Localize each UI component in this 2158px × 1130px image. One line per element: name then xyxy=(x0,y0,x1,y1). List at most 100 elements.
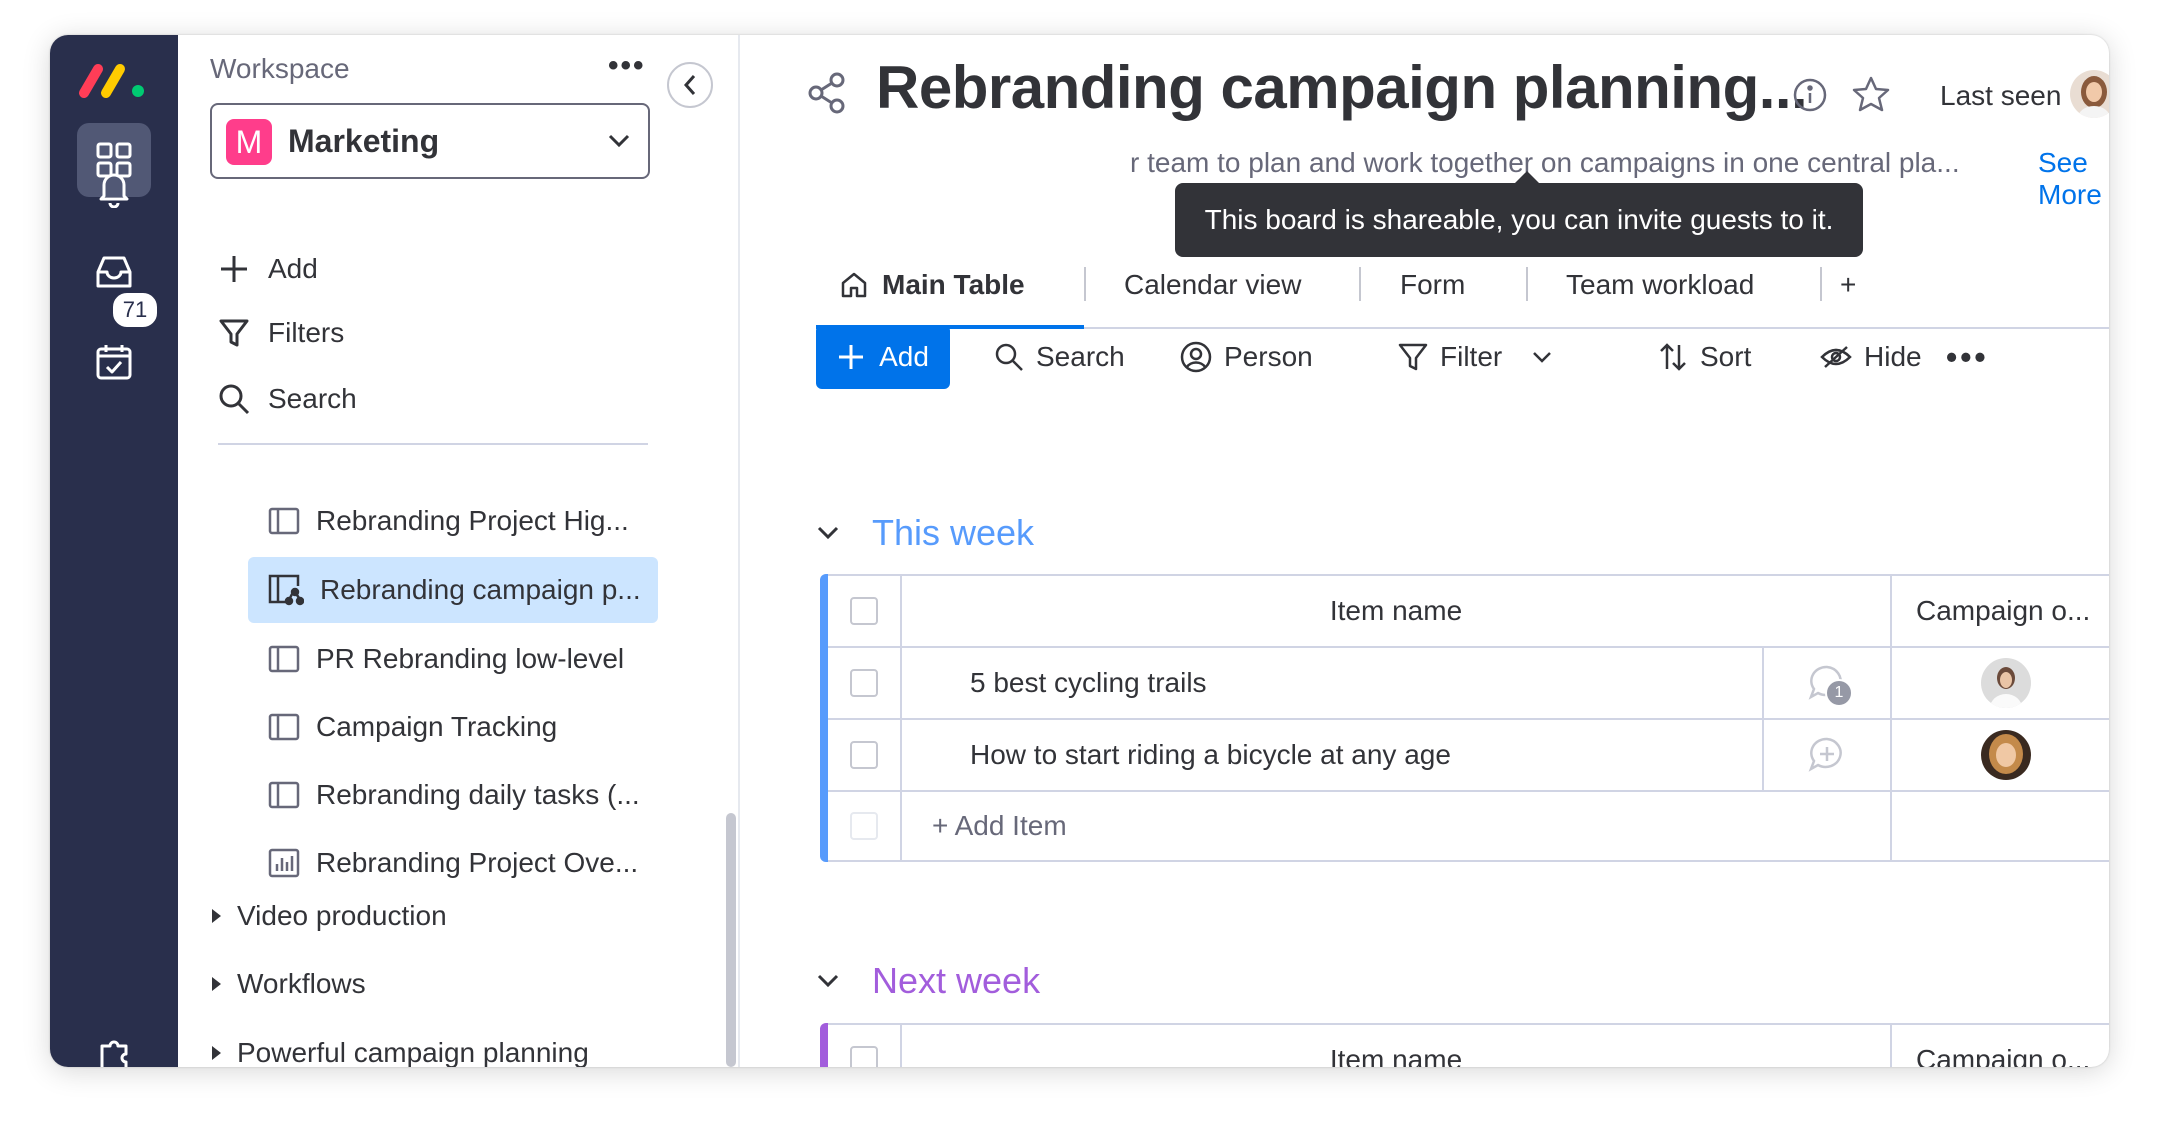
sidebar-board-item[interactable]: PR Rebranding low-level xyxy=(248,626,658,692)
search-icon xyxy=(995,343,1023,371)
last-seen-label[interactable]: Last seen xyxy=(1940,80,2061,112)
chevron-left-icon xyxy=(683,75,696,95)
plus-icon xyxy=(221,256,247,282)
monday-logo[interactable] xyxy=(78,55,150,103)
filter-icon xyxy=(1398,343,1428,371)
group-header[interactable]: This week xyxy=(816,508,1034,558)
sidebar-add-button[interactable]: Add xyxy=(218,249,318,289)
select-all-cell xyxy=(828,576,900,646)
add-item-row: + Add Item xyxy=(828,790,2109,862)
person-avatar[interactable] xyxy=(1981,658,2031,708)
sidebar-board-item[interactable]: Campaign Tracking xyxy=(248,694,658,760)
filter-icon xyxy=(219,319,249,347)
shareable-board-icon xyxy=(268,574,304,606)
tab-divider xyxy=(1084,267,1086,301)
sidebar-filters-button[interactable]: Filters xyxy=(218,313,344,353)
row-checkbox[interactable] xyxy=(850,741,878,769)
search-button[interactable]: Search xyxy=(994,325,1125,389)
updates-cell[interactable]: 1 xyxy=(1762,648,1890,718)
campaign-owner-header[interactable]: Campaign o... xyxy=(1890,1025,2109,1067)
sidebar-search-label: Search xyxy=(268,383,357,414)
chevron-down-icon[interactable] xyxy=(816,973,840,989)
add-update-icon[interactable] xyxy=(1807,735,1847,775)
sort-button[interactable]: Sort xyxy=(1658,325,1751,389)
person-cell[interactable] xyxy=(1890,720,2109,790)
share-icon[interactable] xyxy=(806,71,850,115)
column-label: Campaign o... xyxy=(1916,1044,2091,1067)
tab-main-table[interactable]: Main Table xyxy=(816,253,1084,329)
campaign-owner-header[interactable]: Campaign o... xyxy=(1890,576,2109,646)
workspace-more-icon[interactable]: ••• xyxy=(608,49,646,83)
sidebar-scrollbar[interactable] xyxy=(726,813,736,1067)
see-more-link[interactable]: See More xyxy=(2038,147,2109,211)
group-header[interactable]: Next week xyxy=(816,956,1040,1006)
board-title[interactable]: Rebranding campaign planning... xyxy=(876,53,1808,122)
my-work-calendar-icon[interactable] xyxy=(87,335,141,389)
item-name-header[interactable]: Item name xyxy=(900,576,1890,646)
group-title[interactable]: Next week xyxy=(872,960,1040,1002)
more-options-icon[interactable]: ••• xyxy=(1946,325,1989,389)
board-item-label: Rebranding Project Ove... xyxy=(316,847,639,878)
item-name-cell[interactable]: 5 best cycling trails xyxy=(900,648,1762,718)
conversation-icon[interactable]: 1 xyxy=(1807,663,1853,707)
person-filter-button[interactable]: Person xyxy=(1180,325,1313,389)
person-cell[interactable] xyxy=(1890,648,2109,718)
tab-team-workload[interactable]: Team workload xyxy=(1566,253,1754,325)
select-all-checkbox[interactable] xyxy=(850,597,878,625)
sidebar-folder[interactable]: Video production xyxy=(212,896,447,936)
sidebar-add-label: Add xyxy=(268,253,318,284)
sidebar-search-button[interactable]: Search xyxy=(218,379,357,419)
person-avatar[interactable] xyxy=(1981,730,2031,780)
table-row[interactable]: How to start riding a bicycle at any age xyxy=(828,718,2109,790)
board-icon xyxy=(268,645,300,673)
tab-divider xyxy=(1526,267,1528,301)
sidebar-board-item[interactable]: Rebranding daily tasks (... xyxy=(248,762,658,828)
row-checkbox-cell xyxy=(828,648,900,718)
hide-button[interactable]: Hide xyxy=(1820,325,1922,389)
workspace-selector[interactable]: M Marketing xyxy=(210,103,650,179)
share-tooltip: This board is shareable, you can invite … xyxy=(1175,171,1863,257)
last-seen-avatar[interactable] xyxy=(2070,70,2109,118)
star-icon[interactable] xyxy=(1852,75,1890,113)
home-icon xyxy=(841,272,867,298)
eye-off-icon xyxy=(1820,346,1852,368)
sidebar-divider xyxy=(218,443,648,445)
apps-puzzle-icon[interactable] xyxy=(87,1025,141,1067)
workspace-name: Marketing xyxy=(288,123,440,159)
board-icon xyxy=(268,781,300,809)
sidebar-folder[interactable]: Powerful campaign planning xyxy=(212,1033,589,1067)
tab-calendar-view[interactable]: Calendar view xyxy=(1124,253,1301,325)
table-row[interactable]: 5 best cycling trails 1 xyxy=(828,646,2109,718)
add-item-input[interactable]: + Add Item xyxy=(900,792,1890,860)
select-all-checkbox[interactable] xyxy=(850,1046,878,1067)
new-item-label: Add xyxy=(879,341,929,372)
tab-form[interactable]: Form xyxy=(1400,253,1465,325)
row-checkbox[interactable] xyxy=(850,669,878,697)
updates-cell[interactable] xyxy=(1762,720,1890,790)
info-icon[interactable] xyxy=(1792,77,1828,113)
dashboard-icon xyxy=(268,848,300,878)
workspace-sidebar: Workspace ••• M Marketing Add Filters Se… xyxy=(178,35,740,1067)
filter-button[interactable]: Filter xyxy=(1398,325,1552,389)
filter-label: Filter xyxy=(1440,341,1503,372)
sidebar-board-item[interactable]: Rebranding Project Hig... xyxy=(248,488,658,554)
bell-icon[interactable] xyxy=(87,161,141,215)
collapse-sidebar-button[interactable] xyxy=(667,62,713,108)
new-item-button[interactable]: Add xyxy=(816,325,950,389)
sidebar-folder[interactable]: Workflows xyxy=(212,964,366,1004)
sidebar-board-item-selected[interactable]: Rebranding campaign p... xyxy=(248,557,658,623)
board-toolbar: Add Search Person Filter Sort Hide ••• xyxy=(816,325,2109,395)
select-all-cell xyxy=(828,1025,900,1067)
workspace-avatar: M xyxy=(226,119,272,165)
group-title[interactable]: This week xyxy=(872,512,1034,554)
item-name-header[interactable]: Item name xyxy=(900,1025,1890,1067)
sidebar-board-item[interactable]: Rebranding Project Ove... xyxy=(248,830,658,896)
chevron-down-icon[interactable] xyxy=(1532,351,1552,363)
board-item-label: PR Rebranding low-level xyxy=(316,643,625,674)
search-icon xyxy=(219,384,250,415)
folder-label: Powerful campaign planning xyxy=(237,1037,589,1067)
item-name-cell[interactable]: How to start riding a bicycle at any age xyxy=(900,720,1762,790)
chevron-down-icon[interactable] xyxy=(816,525,840,541)
add-view-button[interactable]: + xyxy=(1840,253,1856,325)
table-header-row: Item name Campaign o... xyxy=(828,574,2109,646)
